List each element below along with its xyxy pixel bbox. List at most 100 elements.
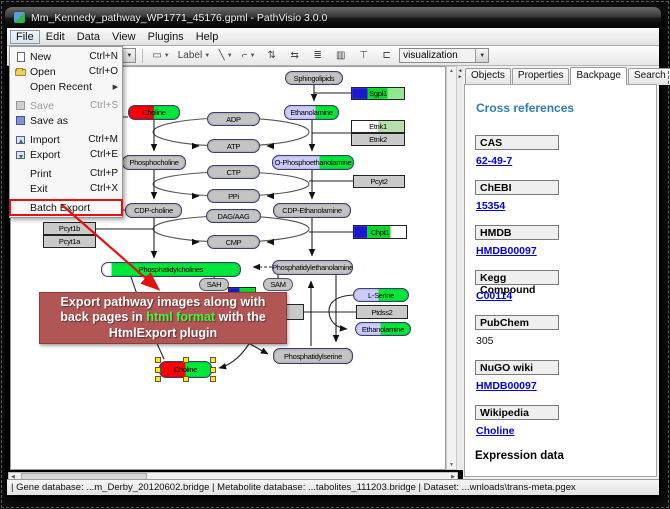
stack-vertical-button[interactable]: ≣ [307, 47, 328, 65]
submenu-arrow-icon: ▶ [113, 83, 118, 91]
pathway-node-sgpl1[interactable]: Sgpl1 [351, 87, 405, 100]
pathway-node-phosphatidylethanolamine[interactable]: Phosphatidylethanolamine [272, 260, 353, 275]
file-menu-item-print[interactable]: PrintCtrl+P [10, 166, 122, 181]
pathway-node-pcyt1b[interactable]: Pcyt1b [43, 222, 96, 235]
pathway-node-dag-aag[interactable]: DAG/AAG [206, 209, 261, 223]
chevron-down-icon[interactable]: ▼ [164, 53, 170, 59]
align-top-icon: ⊤ [359, 50, 368, 61]
pathway-node-cdp-choline[interactable]: CDP-choline [125, 203, 182, 218]
pathway-node-adp[interactable]: ADP [207, 112, 260, 126]
selection-handle[interactable] [183, 357, 189, 363]
menu-file[interactable]: File [10, 30, 40, 44]
pathway-node-cmp[interactable]: CMP [207, 235, 260, 249]
pathway-node-phosphocholine[interactable]: Phosphocholine [122, 155, 186, 170]
pathway-node-ethanolamine[interactable]: Ethanolamine [355, 322, 411, 336]
backpage-panel[interactable]: Cross references CAS62-49-7ChEBI15354HMD… [464, 84, 657, 477]
tab-backpage[interactable]: Backpage [570, 67, 626, 85]
pathway-node-ctp[interactable]: CTP [207, 165, 260, 179]
pathway-node-phosphatidylcholines[interactable]: Phosphatidylcholines [101, 262, 241, 277]
tab-search[interactable]: Search [628, 68, 670, 85]
selection-handle[interactable] [155, 367, 161, 373]
xref-link[interactable]: HMDB00097 [476, 380, 537, 392]
pathway-node-ppi[interactable]: PPi [207, 189, 260, 203]
pathway-node-phosphatidylserine[interactable]: Phosphatidylserine [273, 348, 353, 364]
pathway-node-ptdss2[interactable]: Ptdss2 [356, 305, 408, 319]
menu-item-shortcut: Ctrl+O [83, 66, 118, 77]
selection-handle[interactable] [210, 367, 216, 373]
scroll-up-icon[interactable]: ▲ [449, 67, 454, 75]
pathway-node-cdp-ethanolamine[interactable]: CDP-Ethanolamine [273, 203, 351, 218]
selection-handle[interactable] [210, 376, 216, 382]
menu-item-label: Save [28, 100, 84, 112]
xref-link[interactable]: 15354 [476, 200, 505, 212]
file-menu-item-import[interactable]: ImportCtrl+M [10, 132, 122, 147]
stack-horizontal-button[interactable]: ▥ [330, 47, 351, 65]
new-line-button[interactable]: ╲▼ [215, 47, 236, 65]
pathway-node-sphingolipids[interactable]: Sphingolipids [285, 71, 343, 85]
file-menu-item-save-as[interactable]: Save as [10, 113, 122, 128]
menu-plugins[interactable]: Plugins [142, 30, 190, 44]
file-menu-item-export[interactable]: ExportCtrl+E [10, 147, 122, 162]
new-label-button[interactable]: Label▼ [175, 47, 213, 65]
tab-objects[interactable]: Objects [465, 68, 511, 85]
file-menu-item-open[interactable]: OpenCtrl+O [10, 64, 122, 79]
stack-horizontal-icon: ▥ [336, 50, 345, 61]
xref-link[interactable]: HMDB00097 [476, 245, 537, 257]
selection-handle[interactable] [210, 357, 216, 363]
pathway-node-atp[interactable]: ATP [207, 139, 260, 153]
chevron-down-icon[interactable]: ▼ [122, 49, 135, 62]
pathway-node-chpt1[interactable]: Chpt1 [353, 225, 407, 239]
menu-view[interactable]: View [106, 30, 142, 44]
selection-handle[interactable] [155, 357, 161, 363]
visualization-combobox[interactable]: visualization ▼ [399, 48, 489, 63]
pathway-node-choline[interactable]: Choline [128, 105, 180, 120]
scroll-down-icon[interactable]: ▼ [449, 461, 454, 469]
collapse-right-icon[interactable]: ▸ [459, 75, 462, 80]
pathway-node-sam[interactable]: SAM [263, 278, 293, 291]
selection-handle[interactable] [155, 376, 161, 382]
new-datanode-button[interactable]: ▭▼ [149, 47, 172, 65]
chevron-down-icon[interactable]: ▼ [475, 49, 488, 62]
pathway-node-o-phosphoethanolamine[interactable]: O-Phosphoethanolamine [272, 155, 354, 170]
chevron-down-icon[interactable]: ▼ [204, 53, 210, 59]
menu-data[interactable]: Data [71, 30, 106, 44]
pathway-node-l-serine[interactable]: L-Serine [353, 288, 409, 302]
xref-section-nugo-wiki: NuGO wikiHMDB00097 [475, 360, 646, 392]
chevron-down-icon[interactable]: ▼ [227, 53, 233, 59]
tab-properties[interactable]: Properties [512, 68, 570, 85]
align-center-x-button[interactable]: ⇅ [261, 47, 282, 65]
title-bar[interactable]: Mm_Kennedy_pathway_WP1771_45176.gpml - P… [5, 7, 661, 28]
pathway-node[interactable] [284, 304, 304, 320]
menu-help[interactable]: Help [190, 30, 225, 44]
app-icon [14, 12, 25, 23]
file-menu-item-new[interactable]: NewCtrl+N [10, 49, 122, 64]
file-menu-item-batch-export[interactable]: Batch Export [10, 200, 122, 215]
pathway-node-sah[interactable]: SAH [199, 278, 229, 291]
xref-value: 62-49-7 [476, 155, 646, 167]
pathway-node-pcyt2[interactable]: Pcyt2 [353, 175, 405, 188]
menu-item-shortcut: Ctrl+M [82, 134, 118, 145]
xref-link[interactable]: Choline [476, 425, 515, 437]
selection-handle[interactable] [183, 376, 189, 382]
xref-source-name: ChEBI [475, 180, 559, 195]
menu-item-shortcut: Ctrl+X [84, 183, 118, 194]
chevron-down-icon[interactable]: ▼ [250, 53, 256, 59]
align-center-y-button[interactable]: ⇆ [284, 47, 305, 65]
pathway-node-pcyt1a[interactable]: Pcyt1a [43, 235, 96, 248]
scale-common-button[interactable]: ⊏ [376, 47, 397, 65]
canvas-vertical-scrollbar[interactable]: ▲ ▼ [446, 66, 457, 470]
pathway-node-etnk1[interactable]: Etnk1 [351, 120, 405, 133]
xref-source-name: HMDB [475, 225, 559, 240]
new-connector-button[interactable]: ⌐▼ [238, 47, 259, 65]
xref-link[interactable]: 62-49-7 [476, 155, 512, 167]
menu-edit[interactable]: Edit [40, 30, 71, 44]
xref-link[interactable]: C00114 [476, 290, 512, 302]
file-menu-item-exit[interactable]: ExitCtrl+X [10, 181, 122, 196]
menu-item-label: Export [28, 149, 84, 161]
file-menu-item-save[interactable]: SaveCtrl+S [10, 98, 122, 113]
xref-source-name: Kegg Compound [475, 270, 559, 285]
pathway-node-etnk2[interactable]: Etnk2 [351, 133, 405, 146]
pathway-node-ethanolamine[interactable]: Ethanolamine [284, 105, 339, 120]
align-top-button[interactable]: ⊤ [353, 47, 374, 65]
file-menu-item-open-recent[interactable]: Open Recent▶ [10, 79, 122, 94]
